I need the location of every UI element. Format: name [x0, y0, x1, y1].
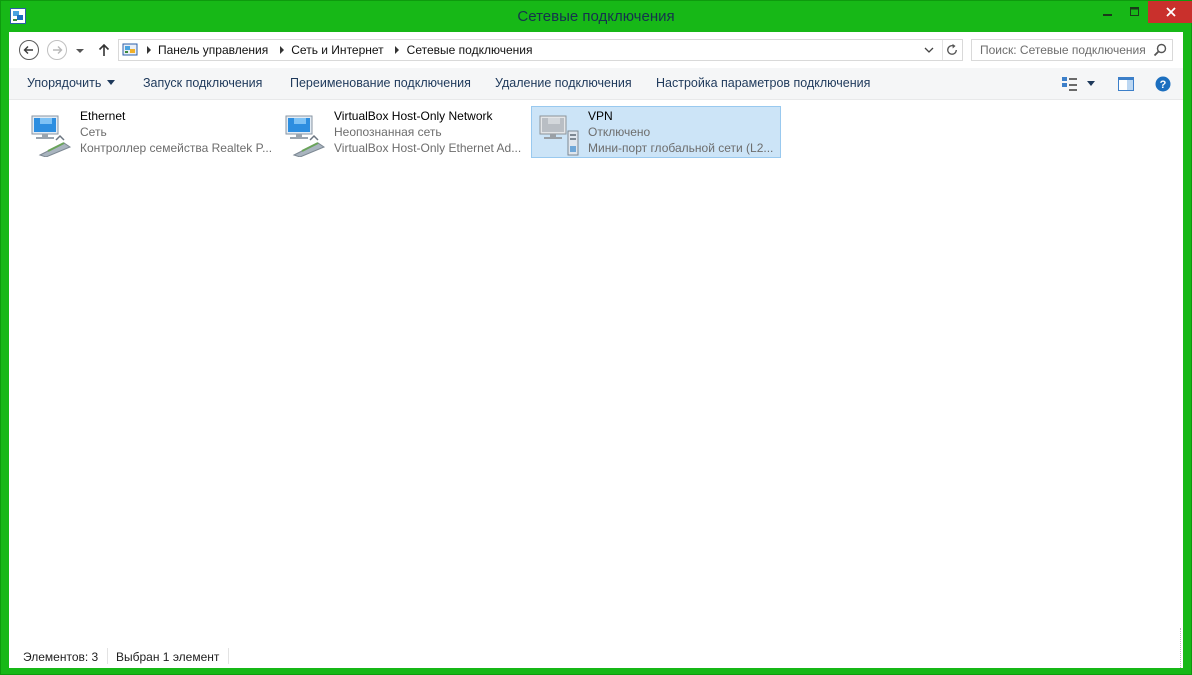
connection-status: Сеть [80, 125, 107, 139]
breadcrumb-chevron-icon[interactable] [390, 40, 405, 60]
minimize-icon [1102, 14, 1112, 16]
search-icon[interactable] [1153, 43, 1167, 57]
vpn-disconnected-icon [539, 115, 579, 156]
refresh-icon[interactable] [942, 40, 962, 60]
rename-connection-button[interactable]: Переименование подключения [290, 68, 471, 99]
start-connection-button[interactable]: Запуск подключения [143, 68, 262, 99]
connection-name: VPN [588, 109, 613, 123]
view-options-chevron-icon[interactable] [1087, 81, 1095, 86]
connection-item-virtualbox[interactable]: VirtualBox Host-Only Network Неопознанна… [277, 106, 527, 158]
breadcrumb-chevron-icon[interactable] [274, 40, 289, 60]
network-adapter-icon [31, 115, 72, 157]
close-icon [1165, 7, 1176, 17]
window-frame: Сетевые подключения Панель управления Се… [0, 0, 1192, 675]
preview-pane-icon[interactable] [1117, 75, 1135, 93]
resize-grip[interactable] [1180, 628, 1182, 668]
organize-label: Упорядочить [27, 76, 102, 90]
connection-item-ethernet[interactable]: Ethernet Сеть Контроллер семейства Realt… [23, 106, 273, 158]
explorer-client-area: Панель управления Сеть и Интернет Сетевы… [9, 32, 1183, 668]
command-bar: Упорядочить Запуск подключения Переимено… [9, 68, 1183, 100]
maximize-button[interactable] [1121, 1, 1148, 23]
connection-device: Мини-порт глобальной сети (L2... [588, 141, 774, 155]
connection-settings-button[interactable]: Настройка параметров подключения [656, 68, 870, 99]
breadcrumb-item-network-internet[interactable]: Сеть и Интернет [289, 43, 389, 57]
search-placeholder: Поиск: Сетевые подключения [980, 43, 1146, 57]
up-button[interactable] [94, 39, 114, 61]
navigation-bar: Панель управления Сеть и Интернет Сетевы… [9, 32, 1183, 68]
address-history-dropdown-icon[interactable] [920, 40, 938, 60]
recent-locations-dropdown[interactable] [73, 39, 87, 61]
item-count: Элементов: 3 [23, 650, 99, 664]
minimize-button[interactable] [1094, 1, 1121, 23]
selection-count: Выбран 1 элемент [116, 650, 220, 664]
connections-list: Ethernet Сеть Контроллер семейства Realt… [9, 101, 1183, 644]
status-divider [107, 648, 108, 664]
change-view-icon[interactable] [1061, 75, 1079, 93]
close-button[interactable] [1148, 1, 1192, 23]
control-panel-icon [122, 43, 138, 56]
title-bar[interactable]: Сетевые подключения [1, 1, 1192, 32]
address-bar[interactable]: Панель управления Сеть и Интернет Сетевы… [118, 39, 963, 61]
connection-name: Ethernet [80, 109, 126, 123]
status-bar: Элементов: 3 Выбран 1 элемент [9, 628, 1183, 668]
breadcrumb-item-network-connections[interactable]: Сетевые подключения [405, 43, 539, 57]
delete-connection-button[interactable]: Удаление подключения [495, 68, 632, 99]
organize-menu-button[interactable]: Упорядочить [27, 68, 116, 99]
connection-status: Отключено [588, 125, 651, 139]
chevron-down-icon [107, 80, 116, 85]
breadcrumb: Панель управления Сеть и Интернет Сетевы… [141, 40, 538, 60]
network-adapter-icon [285, 115, 326, 157]
connection-item-vpn[interactable]: VPN Отключено Мини-порт глобальной сети … [531, 106, 781, 158]
connection-device: Контроллер семейства Realtek P... [80, 141, 272, 155]
svg-text:?: ? [1160, 79, 1167, 91]
search-input[interactable]: Поиск: Сетевые подключения [971, 39, 1173, 61]
breadcrumb-item-control-panel[interactable]: Панель управления [156, 43, 274, 57]
forward-button[interactable] [46, 39, 68, 61]
connection-status: Неопознанная сеть [334, 125, 442, 139]
window-title: Сетевые подключения [517, 8, 675, 25]
maximize-icon [1129, 7, 1139, 16]
breadcrumb-chevron-icon[interactable] [141, 40, 156, 60]
connection-name: VirtualBox Host-Only Network [334, 109, 493, 123]
connection-device: VirtualBox Host-Only Ethernet Ad... [334, 141, 522, 155]
back-button[interactable] [18, 39, 40, 61]
status-divider [228, 648, 229, 664]
help-icon[interactable]: ? [1154, 75, 1172, 93]
